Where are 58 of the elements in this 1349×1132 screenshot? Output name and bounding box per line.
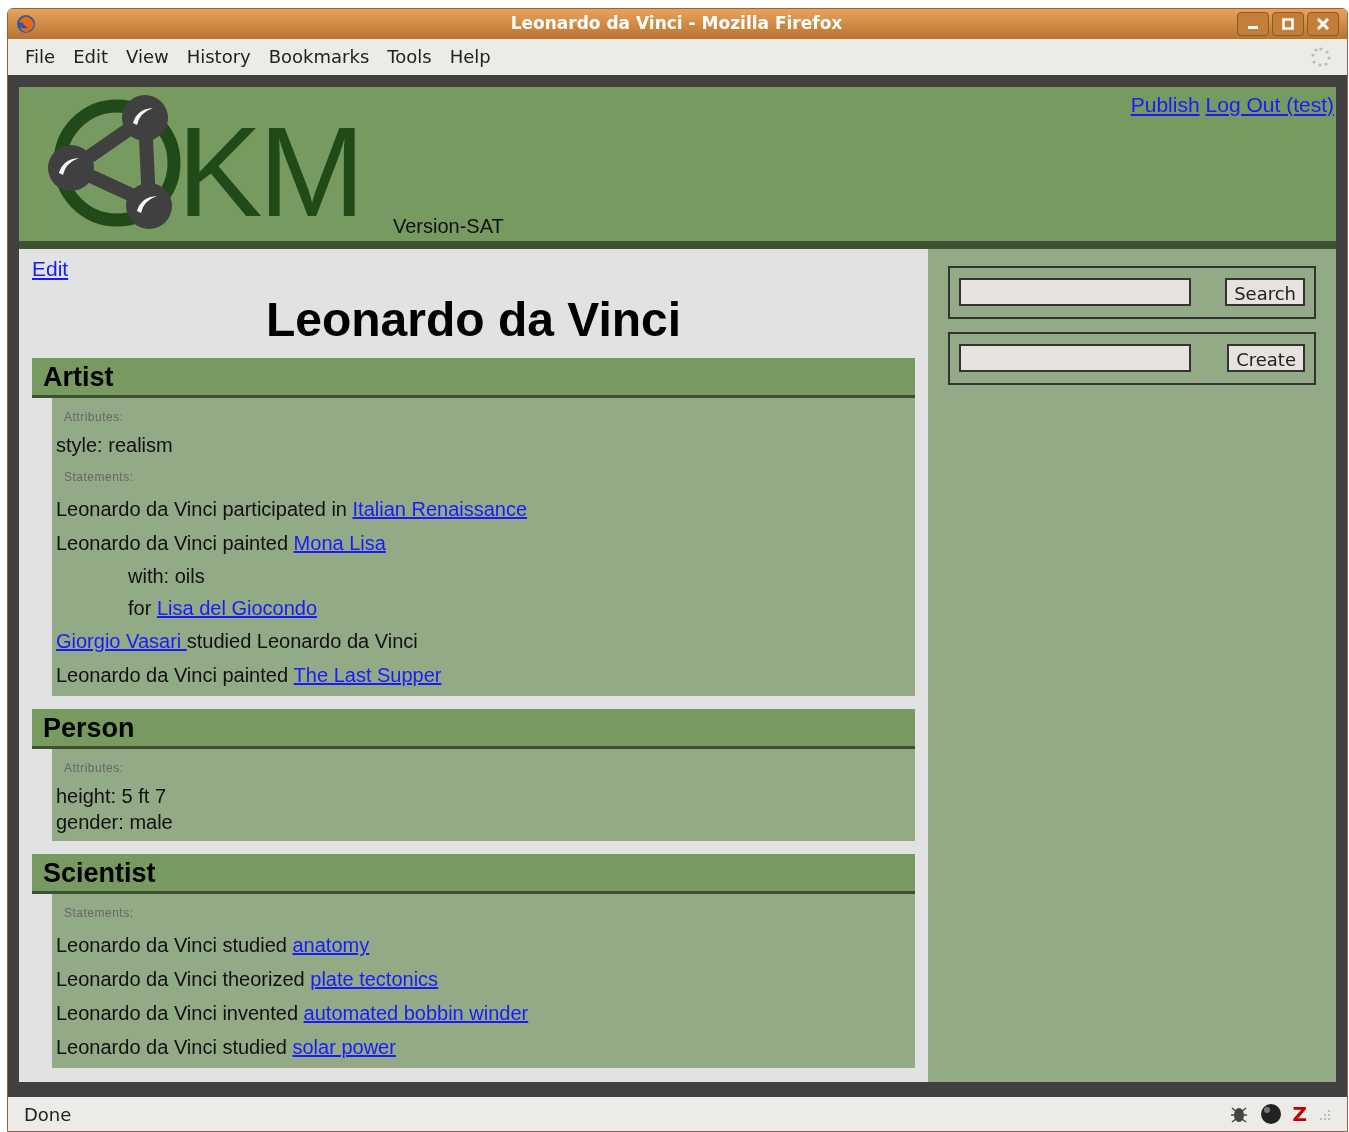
field-label: Attributes: — [64, 760, 125, 778]
statement-text: with: oils — [128, 564, 205, 590]
edit-link[interactable]: Edit — [32, 256, 69, 280]
statement-text: Leonardo da Vinci participated in — [56, 497, 348, 523]
field-label: Statements: — [64, 905, 135, 923]
window-title: Leonardo da Vinci - Mozilla Firefox — [510, 12, 843, 36]
page-title: Leonardo da Vinci — [264, 292, 683, 349]
resize-grip-icon — [1317, 1107, 1331, 1121]
attribute-text: height: 5 ft 7 — [56, 784, 168, 810]
field-label: Statements: — [64, 469, 135, 487]
entity-link[interactable]: automated bobbin winder — [303, 998, 529, 1029]
version-label: Version-SAT — [393, 213, 504, 239]
statement-text: for — [128, 596, 153, 622]
statement-text: Leonardo da Vinci painted — [56, 663, 290, 689]
header-link[interactable]: Publish — [1130, 88, 1200, 121]
minimize-icon — [1248, 26, 1258, 30]
entity-link[interactable]: solar power — [292, 1032, 396, 1063]
section-title: Scientist — [43, 856, 156, 890]
status-text: Done — [24, 1102, 72, 1127]
dark-ball-icon — [1260, 1103, 1283, 1125]
menu-item[interactable]: File — [18, 41, 63, 73]
entity-link[interactable]: Italian Renaissance — [352, 494, 528, 525]
entity-link[interactable]: Lisa del Giocondo — [156, 593, 317, 624]
z-icon: Z — [1292, 1099, 1307, 1129]
form-button[interactable]: Create — [1227, 344, 1305, 373]
attribute-text: gender: male — [56, 810, 174, 836]
statement-text: Leonardo da Vinci studied — [56, 1035, 288, 1061]
entity-link[interactable]: Mona Lisa — [293, 528, 386, 559]
menu-item[interactable]: Bookmarks — [261, 41, 377, 73]
entity-link[interactable]: Giorgio Vasari — [56, 626, 187, 657]
close-button[interactable] — [1307, 12, 1339, 36]
menu-item[interactable]: Help — [442, 41, 498, 73]
maximize-icon — [1282, 18, 1294, 30]
entity-link[interactable]: The Last Supper — [293, 660, 442, 691]
section-title: Person — [43, 711, 135, 745]
text-field[interactable] — [959, 278, 1191, 307]
header-link[interactable]: Log Out (test) — [1205, 88, 1334, 121]
loading-spinner-icon — [1311, 46, 1331, 67]
form-button[interactable]: Search — [1225, 278, 1305, 307]
attribute-text: style: realism — [56, 433, 174, 459]
statement-text: Leonardo da Vinci studied — [56, 933, 288, 959]
close-icon — [1317, 18, 1329, 30]
menu-item[interactable]: Edit — [66, 41, 115, 73]
statement-text: studied Leonardo da Vinci — [186, 629, 418, 655]
maximize-button[interactable] — [1272, 12, 1304, 36]
logo-text: KM — [177, 116, 361, 227]
section-title: Artist — [43, 360, 114, 394]
minimize-button[interactable] — [1237, 12, 1269, 36]
menu-item[interactable]: History — [179, 41, 258, 73]
entity-link[interactable]: anatomy — [292, 930, 370, 961]
text-field[interactable] — [959, 344, 1191, 373]
statement-text: Leonardo da Vinci invented — [56, 1001, 300, 1027]
statement-text: Leonardo da Vinci painted — [56, 531, 290, 557]
menu-item[interactable]: View — [119, 41, 176, 73]
entity-link[interactable]: plate tectonics — [310, 964, 439, 995]
menu-item[interactable]: Tools — [380, 41, 439, 73]
statement-text: Leonardo da Vinci theorized — [56, 967, 306, 993]
field-label: Attributes: — [64, 409, 125, 427]
